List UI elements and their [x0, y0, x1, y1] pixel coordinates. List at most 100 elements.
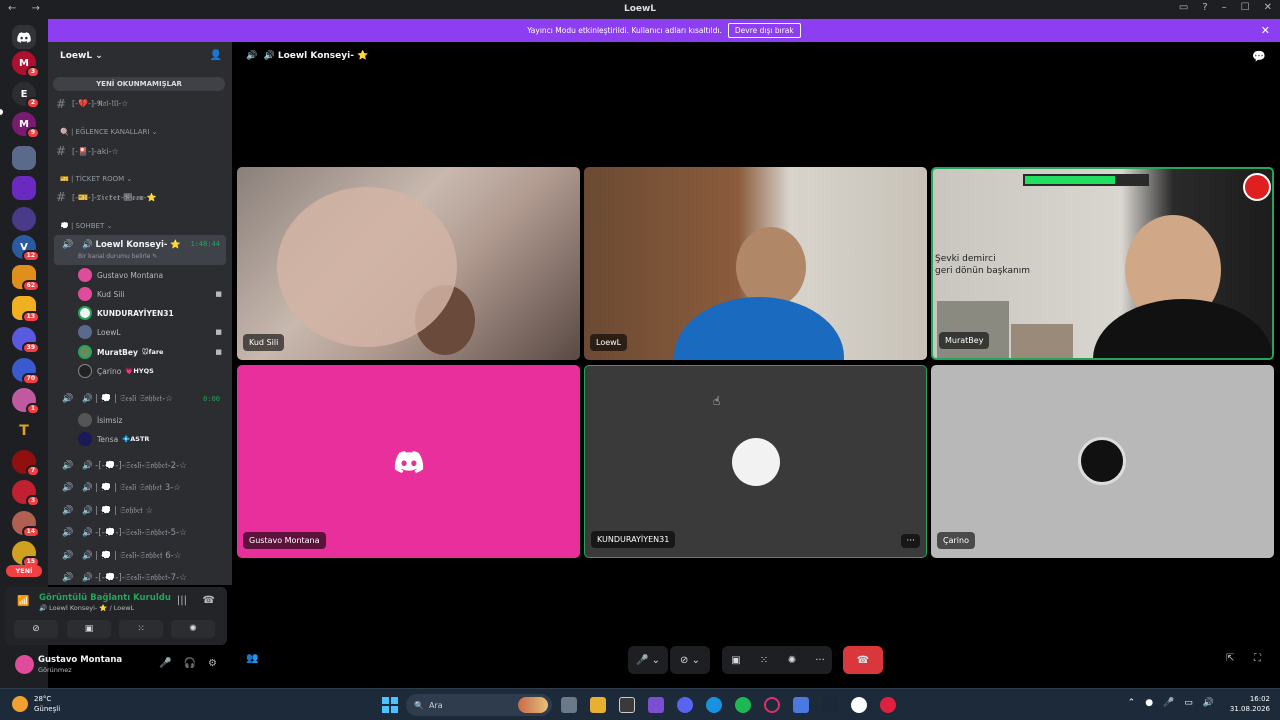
popout-icon[interactable]: ⇱ — [1226, 653, 1234, 664]
video-tile[interactable]: Çarino — [931, 365, 1274, 558]
voice-user[interactable]: Gustavo Montana — [78, 266, 226, 284]
server-icon-1[interactable]: M3 — [12, 51, 40, 78]
chat-icon[interactable]: 💬 — [1252, 50, 1266, 63]
server-icon-15[interactable]: 3 — [12, 480, 40, 507]
category-ticket[interactable]: 🎫 | TİCKET ROOM ⌄ — [60, 175, 132, 183]
server-icon-5[interactable] — [12, 176, 36, 200]
speaker-icon: 🔊 — [62, 573, 74, 583]
voice-user[interactable]: Kud Sili ■ — [78, 285, 226, 303]
voice-channel-3[interactable]: 🔊 🔊 -[-💭-]-𝔖𝔢𝔰𝔩𝔦-𝔖𝔬𝔥𝔟𝔢𝔱-2-☆ — [54, 456, 226, 476]
red-app-icon[interactable] — [880, 697, 896, 713]
screen-share-button[interactable]: ▣ — [67, 620, 111, 638]
discord-taskbar-icon[interactable] — [677, 697, 693, 713]
banner-close-icon[interactable]: ✕ — [1261, 24, 1270, 37]
signal-icon[interactable]: 📶 — [17, 596, 29, 607]
category-fun[interactable]: 🍭 | EĞLENCE KANALLARI ⌄ — [60, 128, 158, 136]
video-tile[interactable]: Gustavo Montana — [237, 365, 580, 558]
video-tile[interactable]: LoewL — [584, 167, 927, 360]
server-icon-loewl[interactable] — [12, 146, 36, 170]
camera-button[interactable]: ⊘ ⌄ — [670, 646, 710, 674]
more-button[interactable]: ··· — [808, 646, 832, 674]
soundboard-button[interactable]: ✺ — [780, 646, 804, 674]
leave-call-button[interactable]: ☎ — [843, 646, 883, 674]
voice-channel-6[interactable]: 🔊 🔊 -[-💭-]-𝔖𝔢𝔰𝔩𝔦-𝔖𝔬𝔥𝔟𝔢𝔱-5-☆ — [54, 523, 226, 543]
settings-icon[interactable]: ⚙ — [208, 658, 217, 669]
avatar[interactable] — [15, 655, 34, 674]
github-icon[interactable] — [851, 697, 867, 713]
mic-button[interactable]: 🎤 ⌄ — [628, 646, 668, 674]
discord-logo-icon — [394, 451, 424, 477]
voice-channel-5[interactable]: 🔊 🔊 | 💭 | 𝔖𝔬𝔥𝔟𝔢𝔱 ☆ — [54, 501, 226, 521]
server-icon-6[interactable] — [12, 207, 36, 231]
server-icon-13[interactable]: T — [12, 419, 36, 443]
weather-widget[interactable]: 28°C Güneşli — [34, 694, 60, 714]
server-icon-11[interactable]: 70 — [12, 358, 40, 385]
voice-channel-active[interactable]: 🔊 🔊 Loewl Konseyi- ⭐ 1:48:44 — [54, 235, 226, 265]
new-unread-badge[interactable]: YENİ — [6, 565, 42, 577]
video-tile[interactable]: Kud Sili — [237, 167, 580, 360]
server-icon-17[interactable]: 15 — [12, 541, 40, 568]
noise-suppression-icon[interactable]: ||| — [177, 595, 187, 606]
start-button[interactable] — [382, 697, 398, 713]
activities-button[interactable]: ⁙ — [119, 620, 163, 638]
server-icon-2[interactable]: E2 — [12, 82, 40, 109]
discord-home-icon[interactable] — [12, 25, 36, 49]
server-icon-9[interactable]: 13 — [12, 296, 40, 323]
add-friend-icon[interactable]: 👤 — [210, 50, 222, 61]
video-tile[interactable]: ☝ KUNDURAYİYEN31 ··· — [584, 365, 927, 558]
system-tray[interactable]: ⌃ ● 🎤 ▭ 🔊 — [1128, 698, 1214, 708]
server-icon-12[interactable]: 1 — [12, 388, 40, 415]
activities-button[interactable]: ⁙ — [752, 646, 776, 674]
file-explorer-icon[interactable] — [590, 697, 606, 713]
store-icon[interactable] — [619, 697, 635, 713]
category-sohbet[interactable]: 💭 | SOHBET ⌄ — [60, 222, 112, 230]
screen-share-button[interactable]: ▣ — [724, 646, 748, 674]
voice-user[interactable]: KUNDURAYİYEN31 — [78, 304, 226, 322]
new-unreads-pill[interactable]: YENİ OKUNMAMIŞLAR — [53, 77, 225, 91]
voice-channel-7[interactable]: 🔊 🔊 | 💭 | 𝔖𝔢𝔰𝔩𝔦-𝔖𝔬𝔥𝔟𝔢𝔱 6-☆ — [54, 546, 226, 566]
edge-icon[interactable] — [706, 697, 722, 713]
voice-user[interactable]: İsimsiz — [78, 411, 226, 429]
text-channel-aki[interactable]: # [-🎴-]-aki-☆ — [56, 143, 224, 159]
taskbar-search[interactable]: 🔍 Ara — [406, 694, 552, 716]
video-tile[interactable]: Şevki demirci geri dönün başkanım MuratB… — [931, 167, 1274, 360]
server-icon-16[interactable]: 14 — [12, 511, 40, 538]
soundboard-button[interactable]: ✺ — [171, 620, 215, 638]
voice-user[interactable]: Tensa 💠ASTR — [78, 430, 226, 448]
disconnect-icon[interactable]: ☎ — [203, 595, 215, 606]
connection-channel[interactable]: 🔊 Loewl Konseyi- ⭐ / LoewL — [39, 604, 134, 612]
server-icon-14[interactable]: 7 — [12, 450, 40, 477]
server-icon-10[interactable]: 39 — [12, 327, 40, 354]
spotify-icon[interactable] — [735, 697, 751, 713]
voice-user[interactable]: Çarino 💗HYQS — [78, 362, 226, 380]
server-icon-7[interactable]: V 12 — [12, 235, 40, 262]
weather-icon[interactable] — [12, 696, 28, 712]
invite-icon[interactable]: 👥 — [246, 653, 258, 664]
text-channel-1[interactable]: # [-💔-]-𝕽𝔬𝔩-𝔘𝔩-☆ — [56, 96, 224, 112]
more-options-icon[interactable]: ··· — [901, 534, 920, 548]
server-icon-8[interactable]: 62 — [12, 265, 40, 292]
speaker-icon: 🔊 — [246, 51, 258, 61]
mic-icon[interactable]: 🎤 — [159, 658, 171, 669]
fullscreen-icon[interactable]: ⛶ — [1254, 653, 1261, 664]
minimize-icon: – — [1221, 2, 1227, 13]
opera-gx-icon[interactable] — [764, 697, 780, 713]
camera-off-button[interactable]: ⊘ — [14, 620, 58, 638]
teams-icon[interactable] — [648, 697, 664, 713]
voice-user[interactable]: LoewL ■ — [78, 323, 226, 341]
voice-user[interactable]: MuratBey 🐭fare ■ — [78, 343, 226, 361]
voice-channel-4[interactable]: 🔊 🔊 | 💭 | 𝔖𝔢𝔰𝔩𝔦 𝔖𝔬𝔥𝔟𝔢𝔱 3-☆ — [54, 478, 226, 498]
server-name[interactable]: LoewL ⌄ — [60, 51, 103, 61]
voice-channel-8[interactable]: 🔊 🔊 -[-💭-]-𝔖𝔢𝔰𝔩𝔦-𝔖𝔬𝔥𝔟𝔢𝔱-7-☆ — [54, 568, 226, 588]
clock[interactable]: 16:02 31.08.2026 — [1230, 694, 1270, 714]
window-controls[interactable]: ▭? – ☐ ✕ — [1179, 2, 1272, 13]
voice-channel-2[interactable]: 🔊 🔊 | 💭 | 𝔖𝔢𝔰𝔩𝔦 𝔖𝔬𝔥𝔟𝔢𝔱-☆ 0:00 — [54, 389, 226, 409]
channel-status-hint[interactable]: Bir kanal durumu belirle ✎ — [78, 253, 157, 260]
app-icon[interactable] — [793, 697, 809, 713]
disable-button[interactable]: Devre dışı bırak — [727, 23, 801, 38]
text-channel-ticket[interactable]: # [-🎫-]-𝔗𝔦𝔠𝔨𝔢𝔱-𝔕𝔬𝔬𝔪-⭐ — [56, 189, 224, 205]
steam-icon[interactable] — [822, 697, 838, 713]
server-icon-3[interactable]: M9 — [12, 112, 40, 139]
headphones-icon[interactable]: 🎧 — [184, 658, 196, 669]
task-view-icon[interactable] — [561, 697, 577, 713]
